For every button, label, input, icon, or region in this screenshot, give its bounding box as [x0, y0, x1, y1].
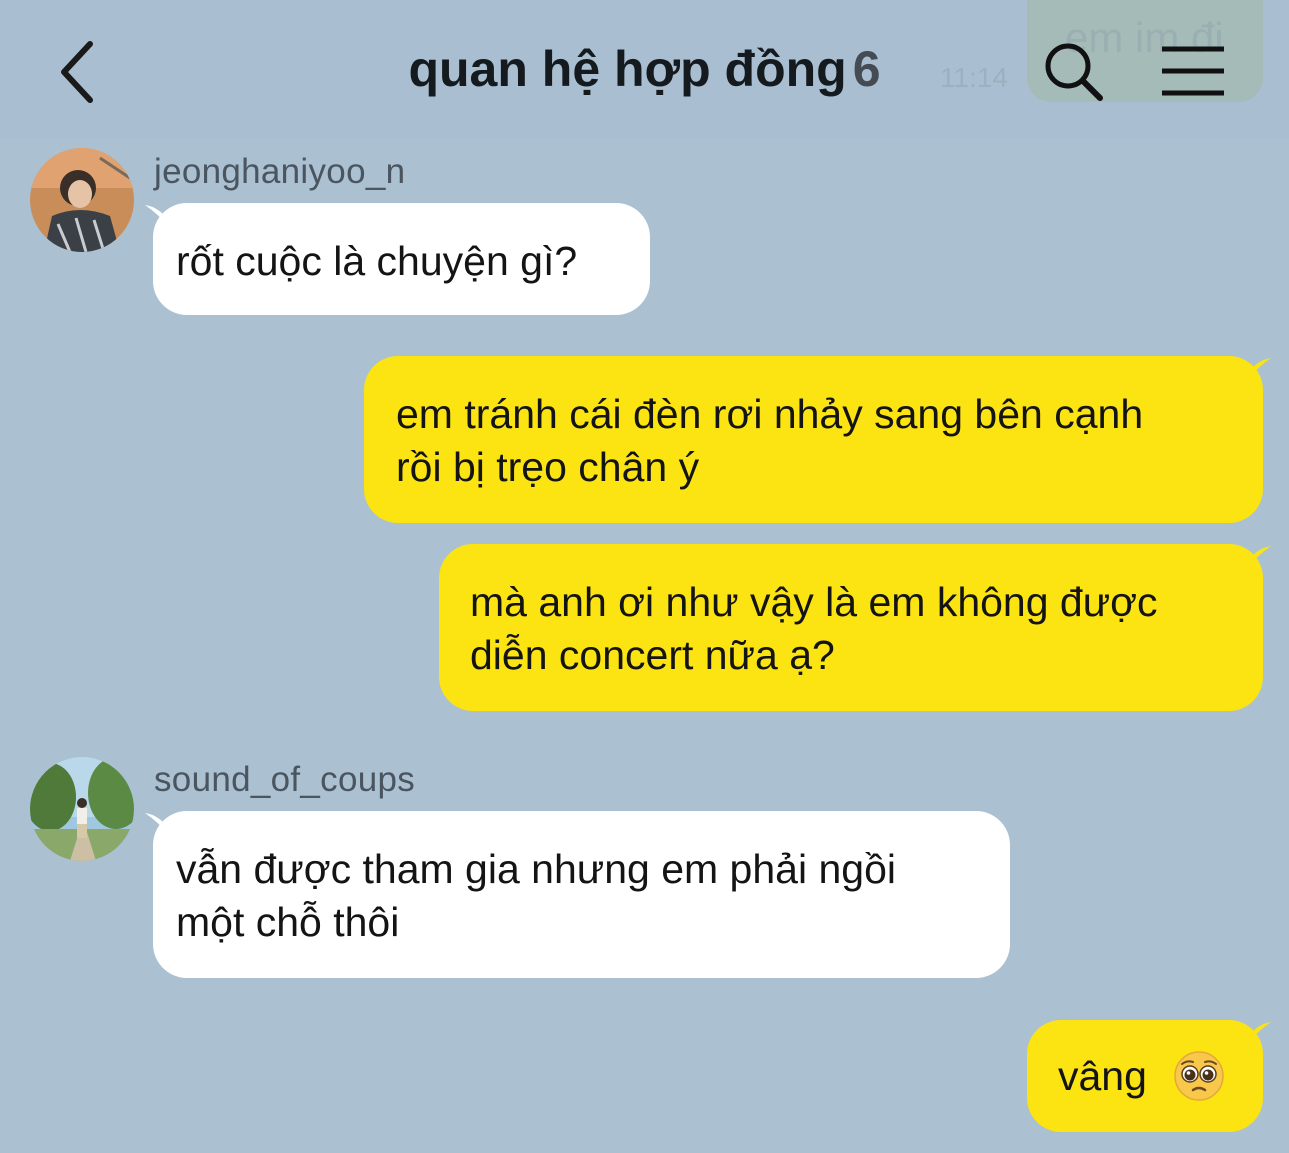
message-text: em tránh cái đèn rơi nhảy sang bên cạnh …: [396, 391, 1144, 490]
sender-name: jeonghaniyoo_n: [154, 152, 406, 191]
message-bubble[interactable]: vẫn được tham gia nhưng em phải ngồi một…: [145, 811, 1010, 978]
bubble-tail: [1247, 358, 1271, 380]
message-bubble[interactable]: rốt cuộc là chuyện gì?: [145, 203, 650, 315]
avatar[interactable]: [30, 148, 134, 252]
chevron-left-icon: [61, 41, 93, 103]
bubble-tail: [145, 813, 169, 835]
message-text: rốt cuộc là chuyện gì?: [176, 238, 578, 284]
bubble-tail: [1247, 1022, 1271, 1044]
member-count: 6: [852, 41, 881, 97]
menu-icon: [1162, 46, 1224, 96]
menu-button[interactable]: [1158, 44, 1228, 98]
profile-photo: [30, 757, 134, 861]
search-button[interactable]: [1040, 38, 1106, 104]
avatar[interactable]: [30, 757, 134, 861]
bubble-tail: [145, 205, 169, 227]
message-bubble[interactable]: vâng: [1027, 1020, 1271, 1132]
message-bubble[interactable]: mà anh ơi như vậy là em không được diễn …: [439, 544, 1271, 711]
bubble-tail: [1247, 546, 1271, 568]
chat-title: quan hệ hợp đồng 6: [300, 40, 989, 98]
message-text: vâng: [1058, 1053, 1147, 1099]
pleading-face-emoji-icon: [1174, 1051, 1224, 1101]
chat-header: em im đi 11:14 quan hệ hợp đồng 6: [0, 0, 1289, 138]
chat-name: quan hệ hợp đồng: [408, 41, 847, 97]
message-bubble[interactable]: em tránh cái đèn rơi nhảy sang bên cạnh …: [364, 356, 1271, 523]
back-button[interactable]: [52, 34, 108, 110]
profile-photo: [30, 148, 134, 252]
message-text: vẫn được tham gia nhưng em phải ngồi một…: [176, 846, 896, 945]
search-icon: [1045, 43, 1103, 101]
message-text: mà anh ơi như vậy là em không được diễn …: [470, 579, 1158, 678]
sender-name: sound_of_coups: [154, 760, 416, 799]
